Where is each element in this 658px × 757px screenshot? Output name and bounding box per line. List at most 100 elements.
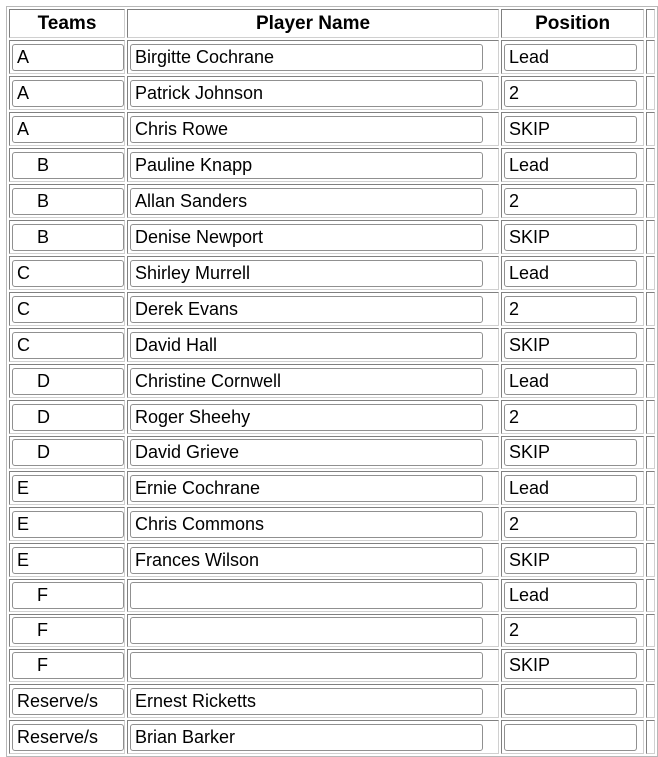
player-name-field[interactable] [130, 403, 483, 431]
position-field[interactable] [504, 617, 638, 644]
position-cell [501, 436, 645, 469]
position-field[interactable] [504, 403, 638, 431]
table-row [9, 112, 655, 146]
position-field[interactable] [504, 115, 638, 143]
player-name-field[interactable] [130, 115, 483, 143]
position-cell [501, 184, 645, 218]
player-name-field[interactable] [130, 79, 483, 107]
team-field[interactable] [12, 79, 124, 107]
position-field[interactable] [504, 43, 638, 71]
team-cell [9, 364, 125, 398]
player-name-field[interactable] [130, 331, 483, 359]
team-field[interactable] [12, 439, 124, 466]
team-field[interactable] [12, 510, 124, 538]
position-field[interactable] [504, 259, 638, 287]
position-cell [501, 112, 645, 146]
position-field[interactable] [504, 151, 638, 179]
position-field[interactable] [504, 295, 638, 323]
table-row [9, 328, 655, 362]
team-field[interactable] [12, 652, 124, 679]
position-cell [501, 579, 645, 612]
player-name-field[interactable] [130, 510, 483, 538]
team-field[interactable] [12, 115, 124, 143]
team-field[interactable] [12, 367, 124, 395]
position-field[interactable] [504, 582, 638, 609]
team-field[interactable] [12, 331, 124, 359]
player-name-field[interactable] [130, 295, 483, 323]
player-name-field[interactable] [130, 652, 483, 679]
team-field[interactable] [12, 187, 124, 215]
position-cell [501, 256, 645, 290]
position-field[interactable] [504, 474, 638, 502]
player-name-cell [127, 328, 500, 362]
player-name-field[interactable] [130, 723, 483, 751]
team-cell [9, 543, 125, 577]
player-name-field[interactable] [130, 474, 483, 502]
position-field[interactable] [504, 723, 638, 751]
position-field[interactable] [504, 223, 638, 251]
team-roster-table: Teams Player Name Position [6, 6, 658, 757]
table-row [9, 364, 655, 398]
table-row [9, 184, 655, 218]
player-name-cell [127, 471, 500, 505]
team-cell [9, 76, 125, 110]
player-name-field[interactable] [130, 151, 483, 179]
team-field[interactable] [12, 43, 124, 71]
player-name-field[interactable] [130, 582, 483, 609]
team-cell [9, 400, 125, 434]
player-name-field[interactable] [130, 259, 483, 287]
header-player-name: Player Name [127, 9, 500, 38]
position-field[interactable] [504, 187, 638, 215]
team-field[interactable] [12, 259, 124, 287]
position-cell [501, 40, 645, 74]
position-field[interactable] [504, 439, 638, 466]
team-field[interactable] [12, 723, 124, 751]
position-field[interactable] [504, 546, 638, 574]
team-field[interactable] [12, 223, 124, 251]
position-field[interactable] [504, 652, 638, 679]
team-field[interactable] [12, 582, 124, 609]
player-name-field[interactable] [130, 687, 483, 715]
player-name-field[interactable] [130, 617, 483, 644]
player-name-cell [127, 364, 500, 398]
position-cell [501, 543, 645, 577]
player-name-field[interactable] [130, 546, 483, 574]
player-name-cell [127, 614, 500, 647]
position-cell [501, 471, 645, 505]
player-name-field[interactable] [130, 367, 483, 395]
team-field[interactable] [12, 151, 124, 179]
position-cell [501, 364, 645, 398]
position-field[interactable] [504, 687, 638, 715]
team-field[interactable] [12, 295, 124, 323]
player-name-field[interactable] [130, 223, 483, 251]
extra-cell [646, 543, 655, 577]
player-name-field[interactable] [130, 187, 483, 215]
team-field[interactable] [12, 403, 124, 431]
roster-body [9, 40, 655, 754]
team-field[interactable] [12, 546, 124, 574]
player-name-field[interactable] [130, 43, 483, 71]
position-cell [501, 220, 645, 254]
position-field[interactable] [504, 79, 638, 107]
extra-cell [646, 471, 655, 505]
player-name-cell [127, 579, 500, 612]
team-cell [9, 684, 125, 718]
team-field[interactable] [12, 687, 124, 715]
table-row [9, 400, 655, 434]
position-cell [501, 614, 645, 647]
extra-cell [646, 649, 655, 682]
position-field[interactable] [504, 367, 638, 395]
position-field[interactable] [504, 331, 638, 359]
player-name-cell [127, 292, 500, 326]
table-row [9, 543, 655, 577]
team-field[interactable] [12, 617, 124, 644]
team-cell [9, 471, 125, 505]
position-field[interactable] [504, 510, 638, 538]
player-name-cell [127, 148, 500, 182]
player-name-field[interactable] [130, 439, 483, 466]
extra-cell [646, 579, 655, 612]
team-field[interactable] [12, 474, 124, 502]
position-cell [501, 76, 645, 110]
extra-cell [646, 436, 655, 469]
table-row [9, 76, 655, 110]
